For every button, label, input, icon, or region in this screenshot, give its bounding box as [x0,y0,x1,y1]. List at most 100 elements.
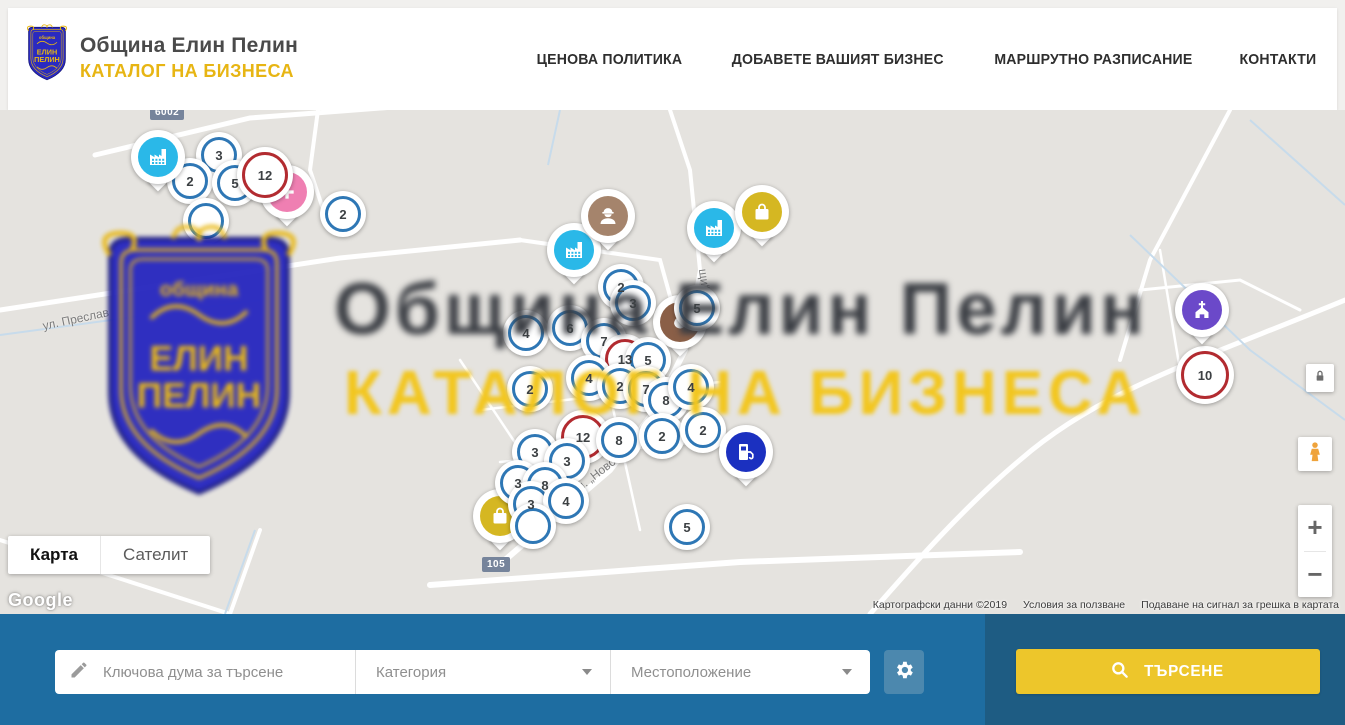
map-type-map-button[interactable]: Карта [8,536,100,574]
cluster-count: 10 [1198,368,1212,383]
svg-text:община: община [39,35,56,40]
location-select[interactable]: Местоположение [610,650,870,694]
cluster-count: 12 [258,168,272,183]
business-pin-marker[interactable] [687,201,741,269]
business-pin-marker[interactable] [131,130,185,198]
nav-pricing-policy[interactable]: ЦЕНОВА ПОЛИТИКА [537,51,683,68]
cluster-count: 4 [585,371,592,386]
nav-contacts[interactable]: КОНТАКТИ [1240,51,1317,68]
business-pin-marker[interactable] [735,185,789,253]
bag-icon [742,192,782,232]
nav-add-business[interactable]: ДОБАВЕТЕ ВАШИЯТ БИЗНЕС [732,51,944,68]
municipality-logo[interactable]: община ЕЛИН ПЕЛИН [24,22,70,84]
keyword-field-wrap [55,650,355,694]
cluster-marker[interactable]: 10 [1176,346,1234,404]
cluster-marker[interactable]: 12 [237,147,293,203]
zoom-control: + − [1298,505,1332,597]
cluster-marker[interactable]: 5 [664,504,710,550]
business-pin-marker[interactable] [1175,283,1229,351]
advanced-search-button[interactable] [884,650,924,694]
header: община ЕЛИН ПЕЛИН Община Елин Пелин КАТА… [0,0,1345,110]
cluster-count: 3 [514,476,521,491]
cluster-count: 7 [642,382,649,397]
lock-button[interactable] [1306,364,1334,392]
brand-titles: Община Елин Пелин КАТАЛОГ НА БИЗНЕСА [80,34,298,82]
cluster-count: 5 [683,520,690,535]
road-number-badge: 6002 [150,110,184,120]
zoom-out-button[interactable]: − [1298,552,1332,598]
search-icon [1110,660,1130,683]
cluster-count: 3 [215,148,222,163]
cluster-count: 5 [231,176,238,191]
cluster-count: 13 [618,352,632,367]
pegman-icon [1304,441,1326,468]
category-select[interactable]: Категория [355,650,610,694]
cluster-count: 8 [662,393,669,408]
cluster-count: 8 [541,478,548,493]
cluster-count: 5 [644,353,651,368]
cluster-count: 5 [693,301,700,316]
cluster-count: 2 [526,382,533,397]
svg-text:ПЕЛИН: ПЕЛИН [137,377,261,416]
gear-icon [893,659,915,686]
pencil-icon [69,660,89,685]
map-type-control: Карта Сателит [8,536,210,574]
church-icon [1182,290,1222,330]
svg-text:ЕЛИН: ЕЛИН [149,339,248,378]
street-view-pegman-button[interactable] [1298,437,1332,471]
cluster-marker[interactable]: 2 [320,191,366,237]
search-fields: Категория Местоположение [55,650,870,694]
map-canvas[interactable]: ул. Преславбул. „Новоселщи“6002105 32512… [0,110,1345,614]
main-nav: ЦЕНОВА ПОЛИТИКА ДОБАВЕТЕ ВАШИЯТ БИЗНЕС М… [532,8,1319,110]
cluster-count: 3 [527,497,534,512]
category-select-value: Категория [376,664,446,681]
watermark-subtitle: КАТАЛОГ НА БИЗНЕСА [344,358,1146,429]
cluster-count: 2 [699,423,706,438]
cluster-count: 8 [615,433,622,448]
attribution-copyright: Картографски данни ©2019 [873,599,1007,611]
watermark-coat-of-arms: община ЕЛИН ПЕЛИН [85,222,313,504]
lock-icon [1312,368,1328,389]
business-pin-marker[interactable] [719,425,773,493]
google-logo[interactable]: Google [8,590,73,611]
chevron-down-icon [842,669,852,675]
worker-icon [588,196,628,236]
cluster-count: 2 [658,429,665,444]
cluster-count: 3 [629,296,636,311]
attribution-report-link[interactable]: Подаване на сигнал за грешка в картата [1141,599,1339,611]
cluster-count: 3 [563,454,570,469]
cluster-count: 6 [566,321,573,336]
site-title: Община Елин Пелин [80,34,298,58]
cluster-count: 2 [339,207,346,222]
factory-icon [138,137,178,177]
cluster-count: 12 [576,430,590,445]
cluster-count: 2 [616,379,623,394]
page: община ЕЛИН ПЕЛИН Община Елин Пелин КАТА… [0,0,1345,725]
search-button-label: ТЪРСЕНЕ [1144,663,1224,681]
nav-route-schedule[interactable]: МАРШРУТНО РАЗПИСАНИЕ [995,51,1193,68]
cluster-count: 7 [600,334,607,349]
cluster-count: 4 [522,326,529,341]
search-submit-button[interactable]: ТЪРСЕНЕ [1016,649,1320,694]
cluster-count: 4 [562,494,569,509]
map-attribution: Картографски данни ©2019 Условия за полз… [873,599,1339,611]
cluster-count: 4 [687,380,694,395]
cluster-count: 2 [617,280,624,295]
map-type-satellite-button[interactable]: Сателит [100,536,210,574]
coat-of-arms-icon: община ЕЛИН ПЕЛИН [24,71,70,88]
svg-text:ПЕЛИН: ПЕЛИН [34,55,60,64]
fuel-icon [726,432,766,472]
cluster-count: 3 [531,445,538,460]
factory-icon [694,208,734,248]
cluster-count: 2 [186,174,193,189]
zoom-in-button[interactable]: + [1298,505,1332,551]
keyword-search-input[interactable] [101,663,345,682]
watermark-title: Община Елин Пелин [334,268,1148,351]
business-pin-marker[interactable] [581,189,635,257]
location-select-value: Местоположение [631,664,751,681]
attribution-terms-link[interactable]: Условия за ползване [1023,599,1125,611]
site-subtitle: КАТАЛОГ НА БИЗНЕСА [80,61,298,82]
svg-text:община: община [160,279,239,301]
search-bar: Категория Местоположение ТЪРСЕНЕ [0,614,1345,725]
chevron-down-icon [582,669,592,675]
